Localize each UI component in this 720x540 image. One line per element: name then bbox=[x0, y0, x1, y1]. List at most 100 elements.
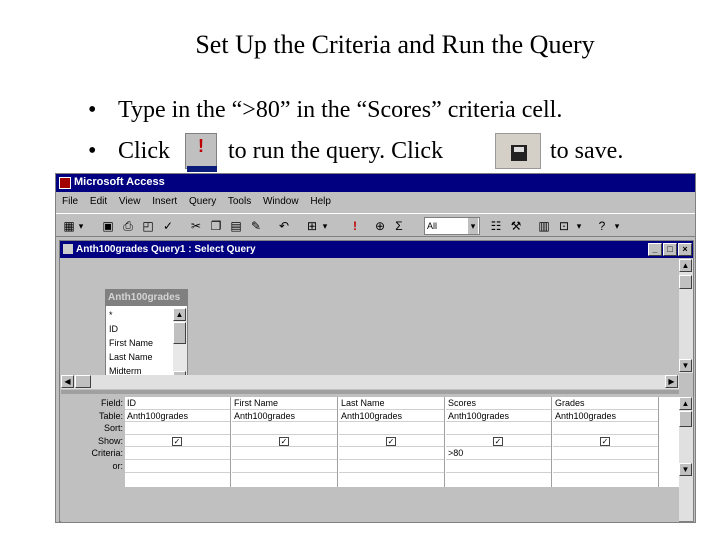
show-table-icon[interactable]: ⊕ bbox=[372, 217, 388, 235]
design-grid: Field: Table: Sort: Show: Criteria: or: … bbox=[61, 395, 679, 522]
view-dropdown-icon[interactable]: ▾ bbox=[76, 217, 86, 235]
scroll-right-icon[interactable]: ▶ bbox=[665, 375, 678, 388]
print-icon[interactable]: ⎙ bbox=[120, 217, 136, 235]
table-pane-hscrollbar[interactable]: ◀ ▶ bbox=[61, 375, 679, 389]
menu-insert[interactable]: Insert bbox=[152, 196, 177, 207]
menu-query[interactable]: Query bbox=[189, 196, 216, 207]
menu-window[interactable]: Window bbox=[263, 196, 299, 207]
table-cell[interactable]: Anth100grades bbox=[339, 410, 444, 423]
undo-icon[interactable]: ↶ bbox=[276, 217, 292, 235]
build-icon[interactable]: ⚒ bbox=[508, 217, 524, 235]
sort-cell[interactable] bbox=[125, 422, 230, 435]
field-list-scrollbar[interactable]: ▲ ▼ bbox=[173, 308, 187, 385]
query-icon bbox=[63, 244, 73, 254]
grid-column-scores: Scores Anth100grades ✓ >80 bbox=[446, 397, 552, 487]
show-cell: ✓ bbox=[125, 435, 230, 448]
menu-file[interactable]: File bbox=[62, 196, 78, 207]
menu-tools[interactable]: Tools bbox=[228, 196, 251, 207]
scroll-up-icon[interactable]: ▲ bbox=[173, 308, 186, 321]
help-dropdown-icon[interactable]: ▾ bbox=[612, 217, 622, 235]
scroll-up-icon[interactable]: ▲ bbox=[679, 397, 692, 410]
scroll-thumb[interactable] bbox=[173, 322, 186, 344]
scroll-thumb[interactable] bbox=[679, 275, 692, 289]
field-list-item[interactable]: ID bbox=[109, 322, 173, 336]
or-cell[interactable] bbox=[553, 460, 658, 473]
access-window: Microsoft Access File Edit View Insert Q… bbox=[55, 173, 696, 523]
sort-cell[interactable] bbox=[446, 422, 551, 435]
scroll-left-icon[interactable]: ◀ bbox=[61, 375, 74, 388]
or-cell[interactable] bbox=[232, 460, 337, 473]
scroll-up-icon[interactable]: ▲ bbox=[679, 259, 692, 272]
criteria-cell[interactable] bbox=[125, 447, 230, 460]
sort-cell[interactable] bbox=[553, 422, 658, 435]
save-icon[interactable]: ▣ bbox=[100, 217, 116, 235]
show-checkbox[interactable]: ✓ bbox=[386, 436, 396, 446]
show-checkbox[interactable]: ✓ bbox=[600, 436, 610, 446]
format-painter-icon[interactable]: ✎ bbox=[248, 217, 264, 235]
field-cell[interactable]: ID bbox=[125, 397, 230, 410]
pane-splitter[interactable] bbox=[61, 390, 679, 394]
criteria-cell-scores[interactable]: >80 bbox=[446, 447, 551, 460]
totals-icon[interactable]: Σ bbox=[392, 217, 406, 235]
datasheet-view-icon[interactable]: ▦ bbox=[62, 217, 76, 235]
show-checkbox[interactable]: ✓ bbox=[493, 436, 503, 446]
field-cell[interactable]: Last Name bbox=[339, 397, 444, 410]
cut-icon[interactable]: ✂ bbox=[188, 217, 204, 235]
criteria-cell[interactable] bbox=[232, 447, 337, 460]
criteria-cell[interactable] bbox=[553, 447, 658, 460]
maximize-button[interactable]: □ bbox=[663, 243, 677, 256]
run-icon[interactable]: ! bbox=[348, 217, 362, 235]
properties-icon[interactable]: ☷ bbox=[488, 217, 504, 235]
sort-cell[interactable] bbox=[339, 422, 444, 435]
scroll-thumb[interactable] bbox=[679, 411, 692, 427]
or-cell[interactable] bbox=[446, 460, 551, 473]
field-cell[interactable]: Scores bbox=[446, 397, 551, 410]
spelling-icon[interactable]: ✓ bbox=[160, 217, 176, 235]
query-type-dropdown-icon[interactable]: ▾ bbox=[320, 217, 330, 235]
new-object-dropdown-icon[interactable]: ▾ bbox=[574, 217, 584, 235]
print-preview-icon[interactable]: ◰ bbox=[140, 217, 156, 235]
row-label-or: or: bbox=[112, 460, 123, 471]
bullet-type-criteria: • Type in the “>80” in the “Scores” crite… bbox=[88, 97, 562, 124]
criteria-cell[interactable] bbox=[339, 447, 444, 460]
table-cell[interactable]: Anth100grades bbox=[125, 410, 230, 423]
table-pane-vscrollbar[interactable]: ▲ ▼ bbox=[679, 259, 693, 373]
run-icon-illustration: ! bbox=[185, 133, 217, 172]
field-list-anth100grades[interactable]: Anth100grades * ID First Name Last Name … bbox=[105, 289, 188, 387]
copy-icon[interactable]: ❐ bbox=[208, 217, 224, 235]
field-cell[interactable]: First Name bbox=[232, 397, 337, 410]
top-values-combo[interactable]: All bbox=[424, 217, 480, 235]
help-icon[interactable]: ? bbox=[594, 217, 610, 235]
close-button[interactable]: × bbox=[678, 243, 692, 256]
show-checkbox[interactable]: ✓ bbox=[172, 436, 182, 446]
paste-icon[interactable]: ▤ bbox=[228, 217, 244, 235]
field-list-item[interactable]: * bbox=[109, 308, 173, 322]
sort-cell[interactable] bbox=[232, 422, 337, 435]
field-list-item[interactable]: First Name bbox=[109, 336, 173, 350]
scroll-down-icon[interactable]: ▼ bbox=[679, 463, 692, 476]
scroll-thumb[interactable] bbox=[75, 375, 91, 388]
show-checkbox[interactable]: ✓ bbox=[279, 436, 289, 446]
new-object-icon[interactable]: ⊡ bbox=[556, 217, 572, 235]
slide-title: Set Up the Criteria and Run the Query bbox=[195, 30, 595, 59]
exclamation-icon: ! bbox=[198, 136, 204, 156]
field-cell[interactable]: Grades bbox=[553, 397, 658, 410]
database-window-icon[interactable]: ▥ bbox=[536, 217, 552, 235]
or-cell[interactable] bbox=[339, 460, 444, 473]
table-cell[interactable]: Anth100grades bbox=[553, 410, 658, 423]
table-cell[interactable]: Anth100grades bbox=[446, 410, 551, 423]
menu-edit[interactable]: Edit bbox=[90, 196, 107, 207]
query-type-icon[interactable]: ⊞ bbox=[304, 217, 320, 235]
menu-help[interactable]: Help bbox=[310, 196, 331, 207]
grid-column-empty[interactable] bbox=[660, 397, 679, 487]
table-cell[interactable]: Anth100grades bbox=[232, 410, 337, 423]
menu-view[interactable]: View bbox=[119, 196, 141, 207]
grid-vscrollbar[interactable]: ▲ ▼ bbox=[679, 397, 693, 521]
field-list-item[interactable]: Last Name bbox=[109, 350, 173, 364]
or-cell[interactable] bbox=[125, 460, 230, 473]
scroll-down-icon[interactable]: ▼ bbox=[679, 359, 692, 372]
row-label-show: Show: bbox=[97, 435, 123, 446]
minimize-button[interactable]: _ bbox=[648, 243, 662, 256]
grid-column-id: ID Anth100grades ✓ bbox=[125, 397, 231, 487]
floppy-disk-icon bbox=[511, 145, 527, 161]
